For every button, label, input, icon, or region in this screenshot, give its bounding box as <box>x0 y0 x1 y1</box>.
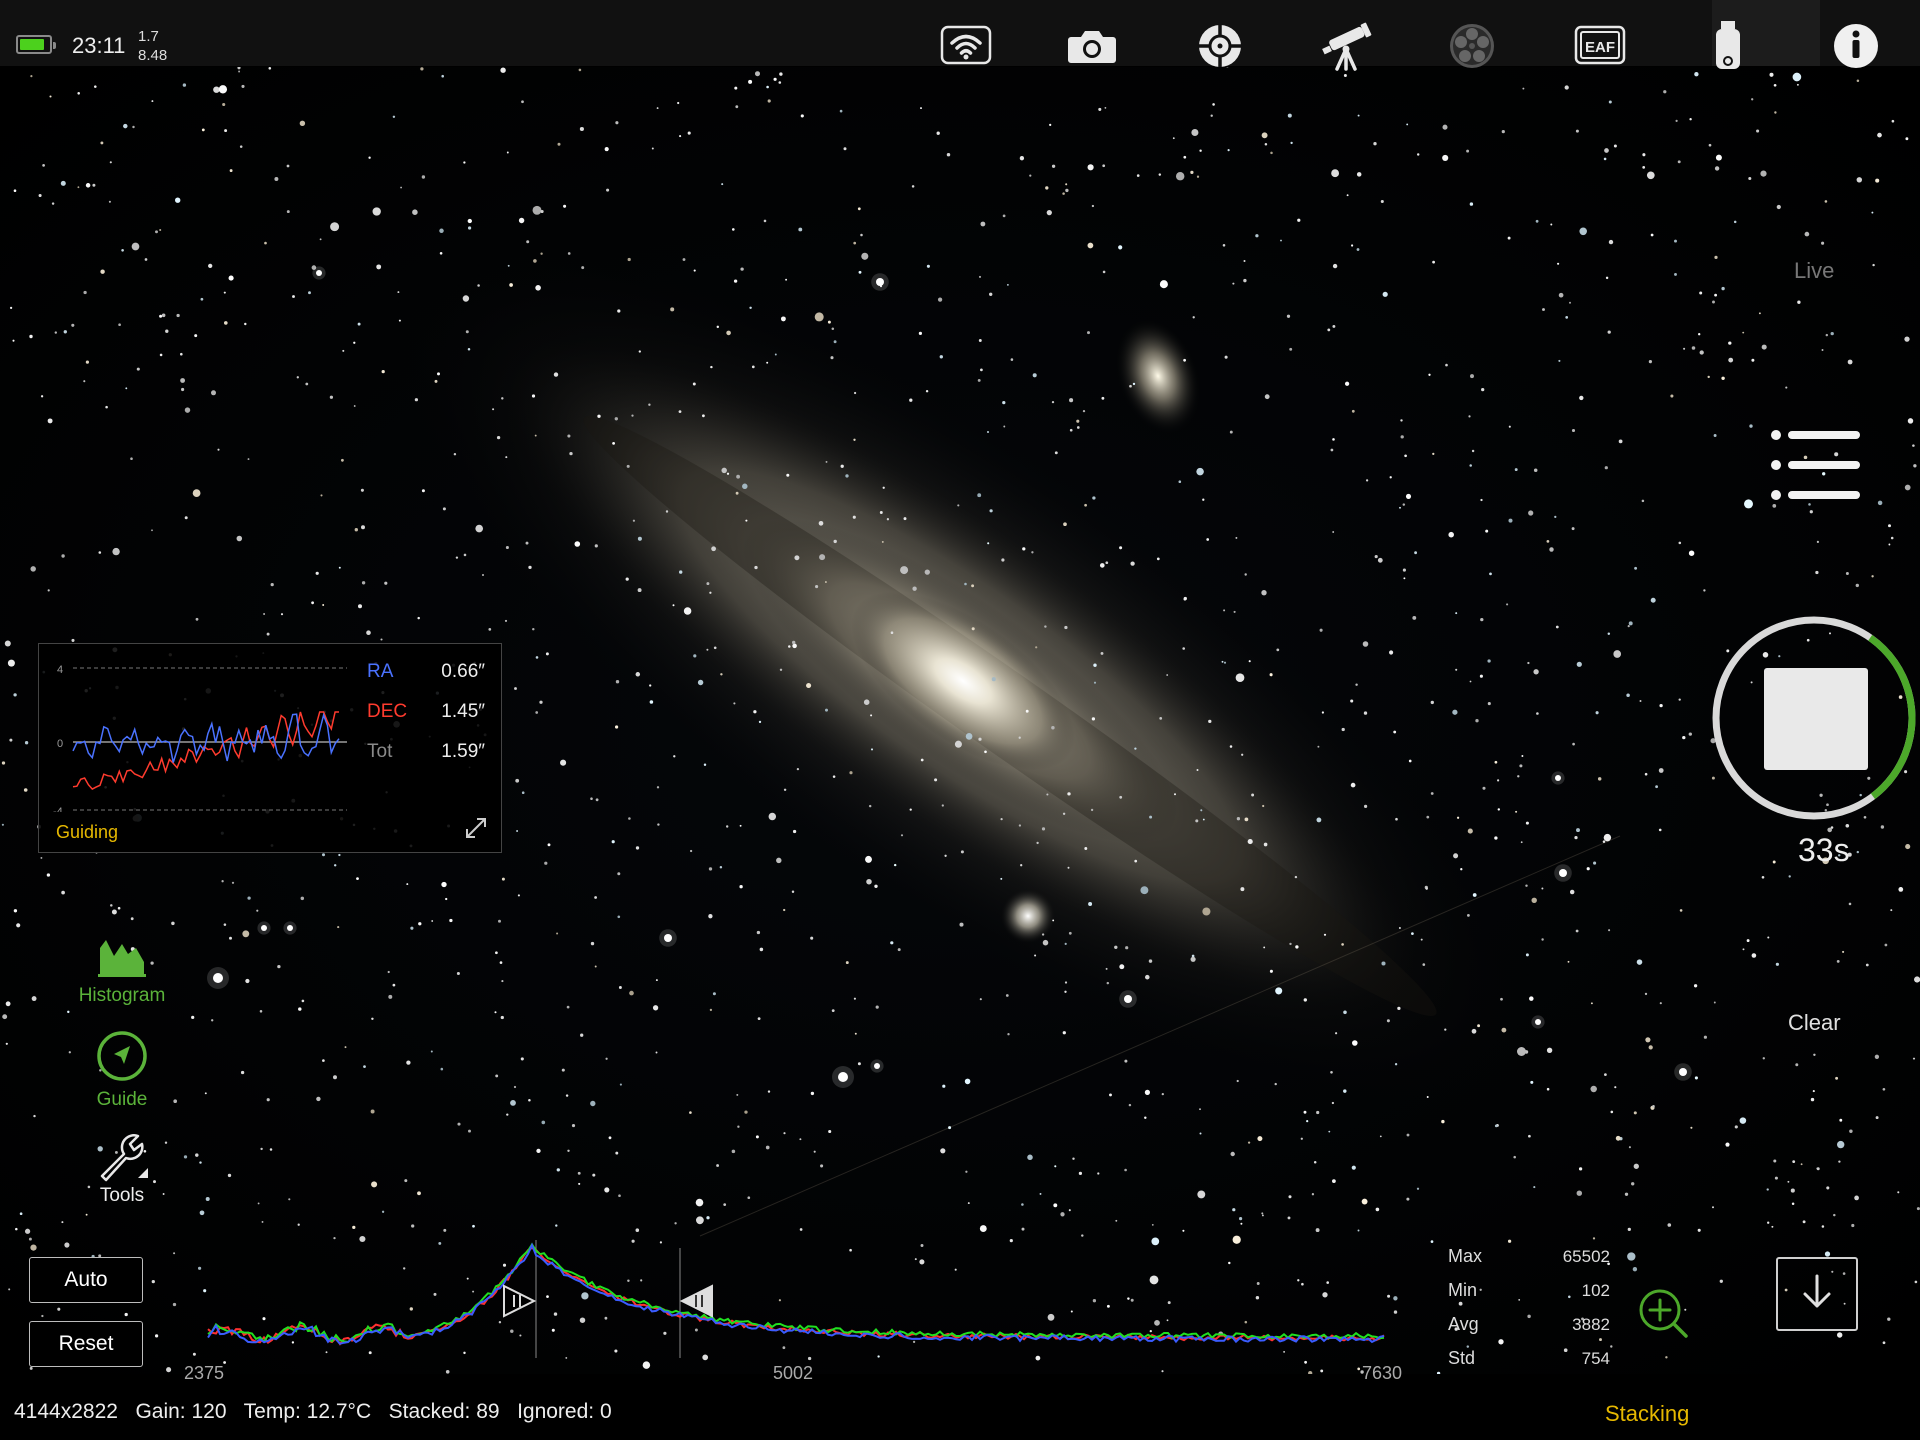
usb-drive-icon[interactable] <box>1700 20 1756 72</box>
stat-avg-label: Avg <box>1448 1314 1479 1334</box>
dec-trace <box>72 711 339 791</box>
reset-stretch-button[interactable]: Reset <box>29 1321 143 1367</box>
guide-label: Guide <box>96 1089 148 1110</box>
guide-ra-value: 0.66″ <box>441 661 485 682</box>
wifi-icon[interactable] <box>938 20 994 72</box>
histogram-icon <box>98 940 146 977</box>
guide-axis-top: 4 <box>57 664 63 676</box>
histogram-tool-button[interactable]: Histogram <box>62 934 182 1007</box>
live-mode-button[interactable]: Live <box>1794 258 1834 284</box>
guide-axis-bottom: -4 <box>53 806 63 812</box>
guide-dec-value: 1.45″ <box>441 701 485 722</box>
tools-label: Tools <box>99 1185 145 1206</box>
status-stacking-mode: Stacking <box>1605 1401 1690 1426</box>
exposure-timer: 33s <box>1798 832 1850 868</box>
guide-scope-icon[interactable] <box>1192 20 1248 72</box>
tools-button[interactable]: Tools <box>62 1128 182 1207</box>
top-toolbar: 23:11 1.7 8.48 EAF <box>0 0 1920 71</box>
status-gain: Gain: 120 <box>135 1400 227 1423</box>
status-ignored: Ignored: 0 <box>517 1400 612 1423</box>
stat-std-label: Std <box>1448 1348 1476 1368</box>
camera-icon[interactable] <box>1064 20 1120 72</box>
stat-avg-value: 3882 <box>1572 1315 1610 1334</box>
stat-std-value: 754 <box>1581 1349 1610 1368</box>
histogram-tick-mid: 5002 <box>773 1363 814 1383</box>
status-info: 4144x2822 Gain: 120 Temp: 12.7°C Stacked… <box>14 1400 612 1424</box>
auto-stretch-button[interactable]: Auto <box>29 1257 143 1303</box>
black-point-handle[interactable] <box>503 1284 537 1318</box>
eaf-icon[interactable]: EAF <box>1572 20 1628 72</box>
filter-wheel-icon[interactable] <box>1444 20 1500 72</box>
guide-total-value: 1.59″ <box>441 741 485 762</box>
status-temp: Temp: 12.7°C <box>243 1400 372 1423</box>
zoom-in-icon[interactable] <box>1636 1286 1692 1342</box>
guiding-title: Guiding <box>56 822 119 842</box>
stop-capture-button[interactable] <box>1708 612 1920 824</box>
status-stacked: Stacked: 89 <box>388 1400 500 1423</box>
guiding-panel[interactable]: 4 0 -4 RA 0.66″ DEC 1.45″ Tot 1.59″ Guid… <box>38 643 502 853</box>
guide-icon <box>97 1031 147 1081</box>
top-stat-lower: 8.48 <box>138 47 168 64</box>
guide-axis-mid: 0 <box>57 738 63 750</box>
list-menu-icon[interactable] <box>1766 427 1866 507</box>
histogram-blue-channel <box>207 1242 1385 1345</box>
guide-tool-button[interactable]: Guide <box>62 1030 182 1111</box>
stop-square-icon <box>1764 668 1868 770</box>
clock: 23:11 <box>72 33 126 58</box>
info-icon[interactable] <box>1828 20 1884 72</box>
histogram-tick-min: 2375 <box>184 1363 225 1383</box>
telescope-icon[interactable] <box>1318 20 1374 72</box>
histogram-graph[interactable] <box>204 1238 1404 1362</box>
expand-icon[interactable] <box>464 816 488 840</box>
histogram-label: Histogram <box>78 985 166 1006</box>
status-resolution: 4144x2822 <box>14 1400 118 1423</box>
wrench-icon <box>100 1134 148 1182</box>
top-stat-upper: 1.7 <box>138 28 159 45</box>
histogram-tick-max: 7630 <box>1362 1363 1403 1383</box>
stat-max-value: 65502 <box>1562 1247 1610 1266</box>
eaf-label: EAF <box>1585 39 1615 56</box>
stat-max-label: Max <box>1448 1246 1483 1266</box>
white-point-handle[interactable] <box>679 1284 713 1318</box>
clear-button[interactable]: Clear <box>1788 1010 1841 1036</box>
battery-icon <box>16 35 56 54</box>
download-icon[interactable] <box>1776 1257 1858 1331</box>
guiding-graph: 4 0 -4 <box>53 664 347 812</box>
stat-min-label: Min <box>1448 1280 1478 1300</box>
stat-min-value: 102 <box>1581 1281 1610 1300</box>
